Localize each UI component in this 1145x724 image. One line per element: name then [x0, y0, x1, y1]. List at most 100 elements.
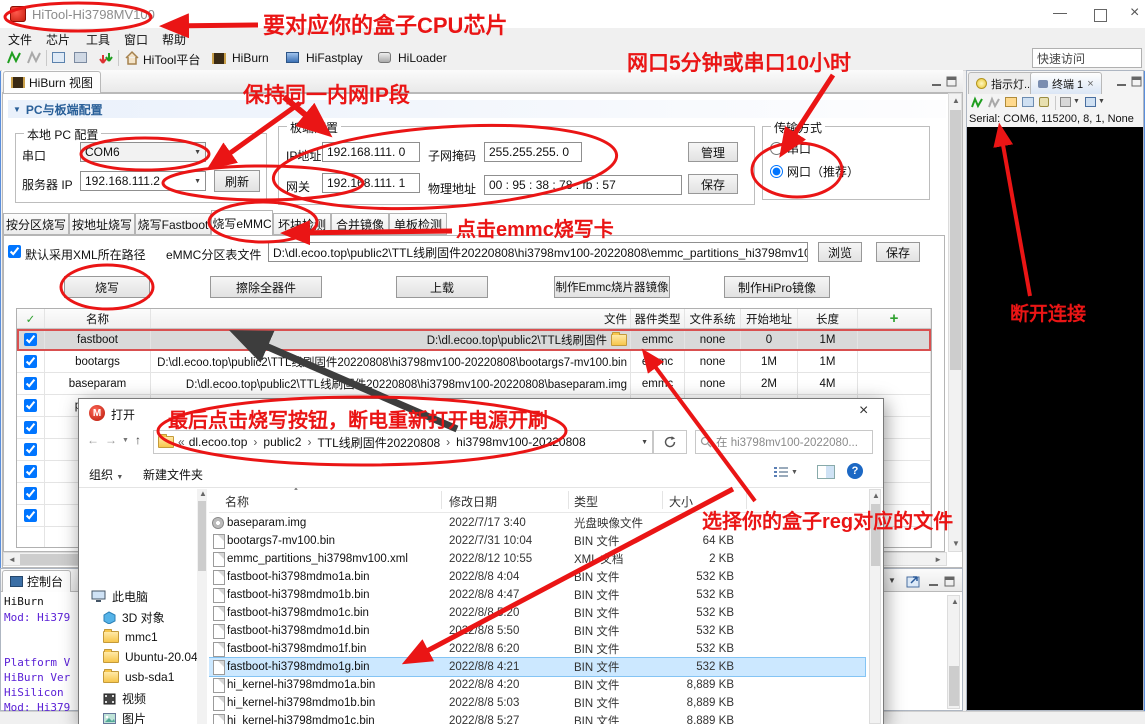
server-ip-combobox[interactable]: 192.168.111.2 ▼ [80, 171, 206, 191]
transfer-icon[interactable] [98, 50, 114, 66]
breadcrumb-item[interactable]: TTL线刷固件20220808 [317, 434, 440, 451]
search-input[interactable]: 在 hi3798mv100-2022080... [695, 430, 873, 454]
browse-button[interactable]: 浏览 [818, 242, 862, 262]
file-row[interactable]: fastboot-hi3798mdmo1d.bin2022/8/8 5:50BI… [209, 622, 865, 640]
file-col-date[interactable]: 修改日期 [449, 493, 497, 510]
add-partition-icon[interactable]: + [858, 309, 931, 328]
nav-up-icon[interactable]: ↑ [135, 433, 141, 447]
toolbar-hiloader-label[interactable]: HiLoader [398, 51, 447, 65]
file-row[interactable]: hi_kernel-hi3798mdmo1c.bin2022/8/8 5:27B… [209, 712, 865, 724]
partition-row-fastboot[interactable]: fastboot D:\dl.ecoo.top\public2\TTL线刷固件 … [17, 329, 931, 351]
menu-chip[interactable]: 芯片 [46, 31, 70, 48]
burn-button[interactable]: 烧写 [64, 276, 150, 298]
file-row[interactable]: emmc_partitions_hi3798mv100.xml2022/8/12… [209, 550, 865, 568]
tab-hiburn-view[interactable]: HiBurn 视图 [3, 71, 101, 93]
console-minimize-icon[interactable] [928, 576, 940, 588]
file-row[interactable]: fastboot-hi3798mdmo1b.bin2022/8/8 4:47BI… [209, 586, 865, 604]
sidebar-scrollbar[interactable]: ▲ [197, 489, 207, 724]
open-console-icon[interactable] [906, 574, 921, 588]
view-list-icon[interactable] [773, 466, 789, 479]
help-icon[interactable]: ? [847, 463, 863, 479]
sidebar-item-3d-objects[interactable]: 3D 对象 [103, 609, 165, 626]
xml-save-button[interactable]: 保存 [876, 242, 920, 262]
mac-field[interactable]: 00 : 95 : 38 : 78 : fb : 57 [484, 175, 682, 195]
tab-burn-partition[interactable]: 按分区烧写 [3, 213, 69, 235]
xml-path-checkbox[interactable] [8, 245, 21, 258]
tab-board-check[interactable]: 单板检测 [389, 213, 447, 235]
breadcrumb-item[interactable]: dl.ecoo.top [189, 435, 248, 449]
server-ip-combo-arrow-icon[interactable]: ▼ [194, 178, 201, 185]
tab-console[interactable]: 控制台 [2, 570, 71, 592]
tab-terminal-1[interactable]: 终端 1 × [1030, 72, 1102, 94]
tab-merge-image[interactable]: 合并镜像 [331, 213, 389, 235]
breadcrumb-dropdown-icon[interactable]: ▼ [641, 439, 648, 446]
sidebar-item-pictures[interactable]: 图片 [103, 710, 146, 724]
board-ip-field[interactable]: 192.168.111. 0 [322, 142, 420, 162]
file-row[interactable]: fastboot-hi3798mdmo1a.bin2022/8/8 4:04BI… [209, 568, 865, 586]
new-folder-button[interactable]: 新建文件夹 [143, 466, 203, 483]
col-file[interactable]: 文件 [151, 309, 631, 328]
breadcrumb-bar[interactable]: « dl.ecoo.top public2 TTL线刷固件20220808 hi… [153, 430, 653, 454]
sidebar-item-videos[interactable]: 视频 [103, 690, 146, 707]
file-col-size[interactable]: 大小 [669, 493, 693, 510]
upload-button[interactable]: 上载 [396, 276, 488, 298]
file-row[interactable]: bootargs7-mv100.bin2022/7/31 10:04BIN 文件… [209, 532, 865, 550]
close-button[interactable]: × [1130, 4, 1139, 22]
row-checkbox[interactable] [24, 465, 37, 478]
connect-icon[interactable] [6, 50, 22, 66]
tab-bad-block[interactable]: 坏块检测 [273, 213, 331, 235]
serial-port-combobox[interactable]: COM6 ▼ [80, 142, 206, 162]
hiburn-icon[interactable] [212, 53, 226, 64]
row-checkbox[interactable] [24, 355, 37, 368]
terminal-maximize-icon[interactable] [1131, 76, 1143, 88]
file-row[interactable]: fastboot-hi3798mdmo1f.bin2022/8/8 6:20BI… [209, 640, 865, 658]
erase-all-button[interactable]: 擦除全器件 [210, 276, 322, 298]
home-icon[interactable] [124, 50, 140, 66]
row-checkbox[interactable] [24, 333, 37, 346]
row-checkbox[interactable] [24, 487, 37, 500]
tab-burn-address[interactable]: 按地址烧写 [69, 213, 135, 235]
row-checkbox[interactable] [24, 399, 37, 412]
check-all-icon[interactable]: ✓ [17, 309, 45, 328]
file-row-selected[interactable]: fastboot-hi3798mdmo1g.bin2022/8/8 4:21BI… [209, 658, 865, 676]
menu-window[interactable]: 窗口 [124, 31, 148, 48]
console-menu-arrow-icon[interactable]: ▼ [888, 576, 896, 585]
sidebar-item-ubuntu[interactable]: Ubuntu-20.04 ( [103, 650, 205, 664]
sidebar-item-this-pc[interactable]: 此电脑 [91, 588, 148, 605]
board-config-icon[interactable] [52, 52, 65, 63]
organize-button[interactable]: 组织 ▼ [89, 466, 123, 483]
emmc-partition-path-field[interactable]: D:\dl.ecoo.top\public2\TTL线刷固件20220808\h… [268, 242, 808, 262]
row-checkbox[interactable] [24, 509, 37, 522]
refresh-nav-button[interactable] [653, 430, 687, 454]
preview-pane-icon[interactable] [817, 465, 835, 479]
tab-burn-fastboot[interactable]: 烧写Fastboot [135, 213, 211, 235]
new-terminal-icon[interactable] [1085, 97, 1096, 107]
terminal-view-menu-icon[interactable] [1060, 97, 1071, 107]
maximize-button[interactable] [1094, 9, 1107, 22]
col-device[interactable]: 器件类型 [631, 309, 685, 328]
toolbar-hiburn-label[interactable]: HiBurn [232, 51, 269, 65]
terminal-settings-icon[interactable] [1005, 97, 1017, 107]
row-checkbox[interactable] [24, 377, 37, 390]
radio-serial[interactable]: 串口 [770, 140, 811, 157]
gateway-field[interactable]: 192.168.111. 1 [322, 173, 420, 193]
partition-row-baseparam[interactable]: baseparam D:\dl.ecoo.top\public2\TTL线刷固件… [17, 373, 931, 395]
subnet-mask-field[interactable]: 255.255.255. 0 [484, 142, 582, 162]
terminal-lock-icon[interactable] [1039, 97, 1049, 107]
view-minimize-icon[interactable] [931, 76, 943, 88]
col-length[interactable]: 长度 [798, 309, 858, 328]
refresh-button[interactable]: 刷新 [214, 170, 260, 192]
pc-board-section[interactable]: ▼ PC与板端配置 [8, 100, 946, 118]
hifastplay-icon[interactable] [286, 52, 299, 63]
terminal-connect-icon[interactable] [970, 96, 984, 110]
terminal-view-menu-arrow-icon[interactable]: ▼ [1073, 98, 1080, 105]
file-browse-icon[interactable] [611, 334, 627, 346]
col-name[interactable]: 名称 [45, 309, 151, 328]
serial-combo-arrow-icon[interactable]: ▼ [194, 149, 201, 156]
col-fs[interactable]: 文件系统 [685, 309, 741, 328]
nav-back-icon[interactable]: ← [87, 433, 99, 447]
row-checkbox[interactable] [24, 443, 37, 456]
terminal-disconnect-icon[interactable] [987, 96, 1001, 110]
sidebar-item-usb-sda1[interactable]: usb-sda1 [103, 670, 174, 684]
section-collapse-icon[interactable]: ▼ [13, 105, 21, 114]
